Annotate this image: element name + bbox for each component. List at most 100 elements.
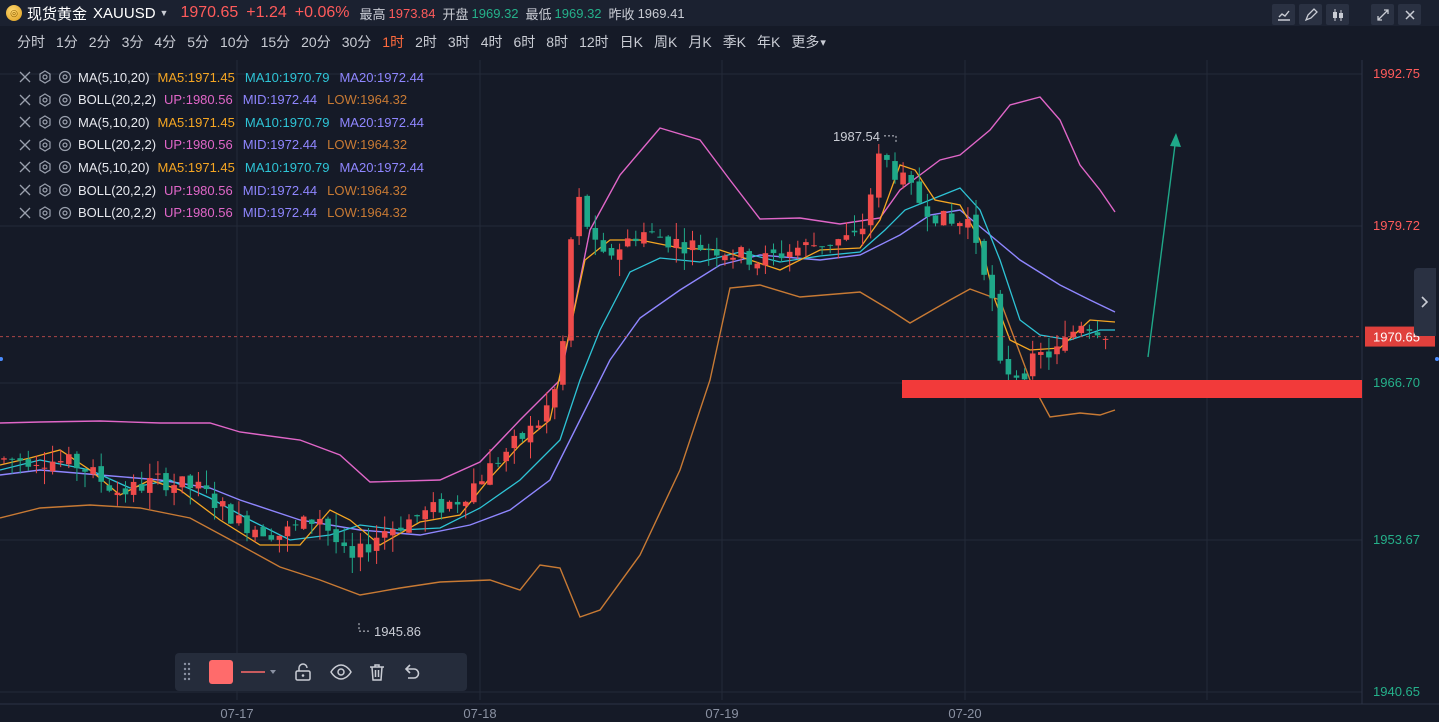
fullscreen-button[interactable] — [1371, 4, 1394, 25]
eye-icon[interactable] — [58, 206, 72, 220]
color-picker-button[interactable] — [209, 660, 233, 684]
period-6[interactable]: 10分 — [220, 32, 250, 52]
period-16[interactable]: 12时 — [579, 32, 609, 52]
settings-icon[interactable] — [38, 138, 52, 152]
undo-button[interactable] — [401, 662, 421, 682]
edge-handle — [1435, 357, 1439, 361]
eye-icon[interactable] — [58, 70, 72, 84]
candle-body — [649, 231, 655, 233]
indicator-row: BOLL(20,2,2) UP:1980.56 MID:1972.44 LOW:196… — [18, 180, 417, 200]
period-9[interactable]: 30分 — [342, 32, 372, 52]
indicator-value: MA20:1972.44 — [339, 114, 425, 130]
close-icon[interactable] — [18, 70, 32, 84]
eye-icon[interactable] — [58, 138, 72, 152]
indicator-name: MA(5,10,20) — [78, 159, 150, 175]
candle-body — [398, 527, 404, 530]
title-bar: ◎ 现货黄金 XAUUSD ▼ 1970.65 +1.24 +0.06% 最高 … — [0, 0, 1439, 26]
eye-icon[interactable] — [58, 160, 72, 174]
period-14[interactable]: 6时 — [513, 32, 535, 52]
period-0[interactable]: 分时 — [17, 32, 45, 52]
settings-icon[interactable] — [38, 160, 52, 175]
period-20[interactable]: 季K — [723, 32, 746, 52]
close-button[interactable] — [1398, 4, 1421, 25]
candle-body — [762, 253, 769, 266]
settings-icon[interactable] — [38, 115, 52, 129]
period-17[interactable]: 日K — [620, 32, 643, 52]
candle-body — [300, 516, 307, 529]
period-11[interactable]: 2时 — [415, 32, 437, 52]
indicator-row: BOLL(20,2,2) UP:1980.56 MID:1972.44 LOW:196… — [18, 135, 417, 155]
period-21[interactable]: 年K — [757, 32, 780, 52]
period-4[interactable]: 4分 — [154, 32, 176, 52]
candle-body — [576, 196, 582, 237]
drawing-toolbar — [175, 653, 467, 691]
period-18[interactable]: 周K — [654, 32, 677, 52]
color-swatch — [209, 660, 233, 684]
drag-handle[interactable] — [183, 661, 191, 683]
period-7[interactable]: 15分 — [261, 32, 291, 52]
indicator-name: BOLL(20,2,2) — [78, 137, 157, 153]
period-3[interactable]: 3分 — [122, 32, 144, 52]
indicator-button[interactable] — [1272, 4, 1295, 25]
period-22[interactable]: 更多 — [791, 32, 819, 52]
candle-body — [333, 529, 339, 543]
candle-body — [1, 458, 7, 460]
candle-body — [41, 467, 48, 469]
close-icon[interactable] — [18, 115, 32, 129]
price-tick-label: 1979.72 — [1373, 218, 1420, 233]
candle-body — [1005, 359, 1012, 375]
visibility-button[interactable] — [329, 662, 353, 682]
symbol-dropdown-icon[interactable]: ▼ — [160, 8, 169, 18]
candle-body — [900, 172, 906, 185]
candle-body — [965, 218, 971, 228]
candle-body — [446, 501, 453, 509]
time-tick-label: 07-20 — [948, 706, 981, 721]
settings-icon[interactable] — [38, 92, 52, 107]
settings-icon[interactable] — [38, 70, 52, 84]
candle-body — [57, 461, 64, 463]
side-panel-toggle[interactable] — [1414, 268, 1436, 336]
period-1[interactable]: 1分 — [56, 32, 78, 52]
period-15[interactable]: 8时 — [546, 32, 568, 52]
eye-icon[interactable] — [58, 115, 72, 129]
candle-body — [187, 475, 194, 489]
instrument-symbol[interactable]: XAUUSD — [93, 5, 156, 22]
period-2[interactable]: 2分 — [89, 32, 111, 52]
candle-body — [786, 251, 793, 258]
line-style-button[interactable] — [241, 667, 279, 677]
period-19[interactable]: 月K — [688, 32, 711, 52]
period-10[interactable]: 1时 — [382, 32, 404, 52]
close-icon[interactable] — [18, 93, 32, 107]
period-13[interactable]: 4时 — [481, 32, 503, 52]
candle-body — [268, 535, 275, 540]
close-icon[interactable] — [18, 138, 32, 152]
close-icon[interactable] — [18, 183, 32, 197]
candle-body — [624, 238, 631, 247]
delete-button[interactable] — [367, 662, 387, 682]
eye-icon[interactable] — [58, 93, 72, 107]
candle-body — [892, 161, 898, 180]
indicator-name: MA(5,10,20) — [78, 114, 150, 130]
settings-icon[interactable] — [38, 205, 52, 220]
draw-button[interactable] — [1299, 4, 1322, 25]
indicator-value: MID:1972.44 — [242, 182, 318, 198]
period-12[interactable]: 3时 — [448, 32, 470, 52]
indicator-name: BOLL(20,2,2) — [78, 182, 157, 198]
lock-button[interactable] — [293, 662, 313, 682]
period-5[interactable]: 5分 — [187, 32, 209, 52]
low-value: 1969.32 — [554, 5, 602, 21]
close-icon[interactable] — [18, 206, 32, 220]
candle-body — [317, 518, 323, 525]
candle-body — [843, 235, 850, 240]
close-icon[interactable] — [18, 160, 32, 174]
drag-handle-icon — [183, 662, 191, 681]
candle-body — [673, 238, 680, 249]
eye-icon[interactable] — [58, 183, 72, 197]
chart-type-button[interactable] — [1326, 4, 1349, 25]
indicator-row: BOLL(20,2,2) UP:1980.56 MID:1972.44 LOW:196… — [18, 203, 417, 223]
settings-icon[interactable] — [38, 183, 52, 197]
indicator-value: MA20:1972.44 — [339, 69, 425, 85]
high-value: 1973.84 — [388, 5, 436, 21]
period-8[interactable]: 20分 — [301, 32, 331, 52]
bollinger-lower-line — [0, 284, 1116, 618]
